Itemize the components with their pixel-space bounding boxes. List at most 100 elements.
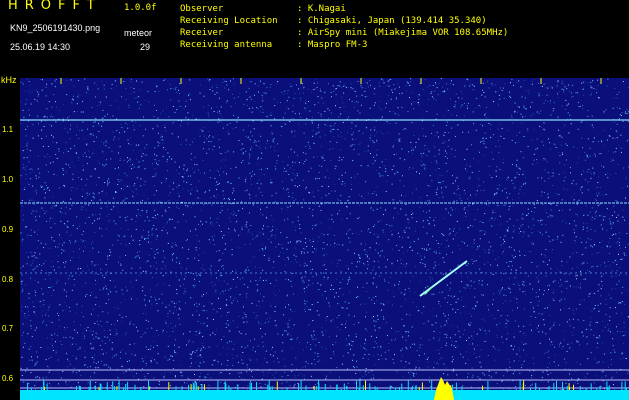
noise-dot <box>312 135 314 137</box>
noise-dot <box>483 189 485 191</box>
noise-dot <box>94 82 95 84</box>
noise-dot <box>262 111 264 113</box>
noise-dot <box>322 157 324 159</box>
noise-dot <box>621 352 623 354</box>
noise-dot <box>455 180 456 182</box>
noise-dot <box>619 232 621 234</box>
noise-dot <box>32 262 33 264</box>
noise-dot <box>98 122 100 124</box>
noise-dot <box>51 125 53 127</box>
noise-dot <box>484 96 486 98</box>
noise-dot <box>260 191 262 193</box>
noise-dot <box>155 173 157 175</box>
noise-dot <box>554 354 556 356</box>
noise-dot <box>291 130 293 132</box>
noise-dot <box>309 110 311 112</box>
noise-dot <box>487 117 489 119</box>
noise-dot <box>252 107 254 109</box>
noise-dot <box>582 108 584 109</box>
noise-dot <box>236 326 238 328</box>
noise-dot <box>26 78 28 80</box>
noise-dot <box>420 337 422 339</box>
noise-dot <box>98 251 100 253</box>
noise-dot <box>198 303 200 305</box>
noise-dot <box>318 289 320 290</box>
noise-dot <box>365 339 366 341</box>
noise-dot <box>112 131 114 133</box>
noise-dot <box>577 378 579 379</box>
noise-dot <box>46 220 48 222</box>
noise-dot <box>374 135 375 137</box>
noise-dot <box>595 212 596 214</box>
noise-dot <box>171 133 173 135</box>
noise-dot <box>563 340 565 342</box>
noise-dot <box>98 131 100 132</box>
noise-dot <box>258 187 260 189</box>
noise-dot <box>491 314 493 316</box>
noise-dot <box>596 347 598 349</box>
noise-dot <box>522 174 524 175</box>
noise-dot <box>28 293 30 295</box>
noise-dot <box>125 332 127 334</box>
noise-dot <box>66 305 67 307</box>
noise-dot <box>407 222 409 224</box>
noise-dot <box>119 158 121 159</box>
noise-dot <box>547 381 549 383</box>
noise-dot <box>167 345 169 347</box>
noise-dot <box>245 269 247 271</box>
noise-dot <box>512 348 514 350</box>
noise-dot <box>27 141 29 143</box>
noise-dot <box>499 322 501 324</box>
noise-dot <box>547 366 549 368</box>
noise-dot <box>407 236 409 238</box>
noise-dot <box>547 172 549 174</box>
noise-dot <box>600 153 602 154</box>
noise-dot <box>403 325 405 326</box>
noise-dot <box>241 346 243 348</box>
noise-dot <box>66 366 68 368</box>
noise-dot <box>408 331 410 333</box>
noise-dot <box>549 142 551 144</box>
noise-dot <box>132 239 134 241</box>
noise-dot <box>220 160 222 162</box>
noise-dot <box>195 228 197 230</box>
noise-dot <box>57 255 59 257</box>
noise-dot <box>324 291 326 292</box>
noise-dot <box>307 363 309 364</box>
noise-dot <box>372 374 374 376</box>
noise-dot <box>43 320 45 322</box>
noise-dot <box>422 88 424 90</box>
noise-dot <box>600 139 602 141</box>
noise-dot <box>619 107 621 109</box>
noise-dot <box>484 341 485 342</box>
noise-dot <box>503 138 505 139</box>
noise-dot <box>82 154 84 156</box>
noise-dot <box>161 134 163 136</box>
noise-dot <box>281 126 283 128</box>
noise-dot <box>521 364 523 366</box>
noise-dot <box>485 137 487 139</box>
noise-dot <box>564 368 566 370</box>
noise-dot <box>152 128 154 130</box>
noise-dot <box>39 300 41 302</box>
noise-dot <box>321 331 323 333</box>
noise-dot <box>605 303 607 305</box>
noise-dot <box>200 220 202 222</box>
noise-dot <box>451 175 453 177</box>
noise-dot <box>571 84 573 86</box>
noise-dot <box>499 87 501 89</box>
noise-dot <box>346 307 348 309</box>
noise-dot <box>599 215 601 217</box>
noise-dot <box>413 343 415 345</box>
noise-dot <box>377 315 379 317</box>
noise-dot <box>545 231 547 233</box>
noise-dot <box>350 177 352 179</box>
noise-dot <box>83 230 85 232</box>
noise-dot <box>382 79 384 81</box>
noise-dot <box>497 128 499 130</box>
noise-dot <box>207 373 209 375</box>
noise-dot <box>349 242 351 244</box>
noise-dot <box>30 319 32 321</box>
noise-dot <box>466 284 468 286</box>
noise-dot <box>286 295 288 297</box>
